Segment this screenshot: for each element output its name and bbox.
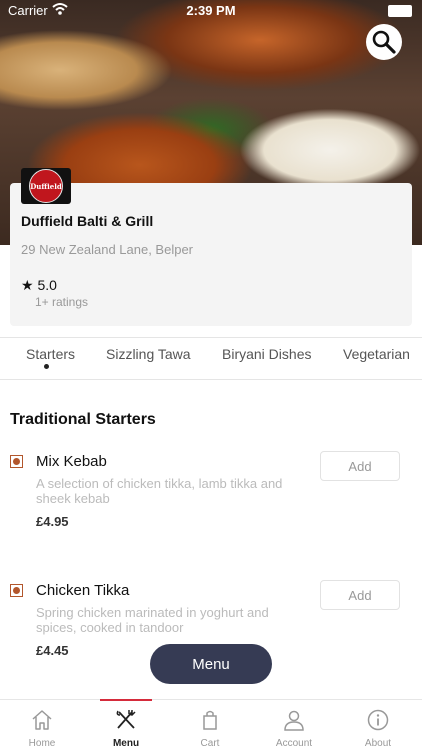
tab-bar-menu[interactable]: Menu (84, 699, 168, 751)
tab-starters[interactable]: Starters (26, 346, 75, 362)
status-bar: Carrier 2:39 PM (0, 0, 422, 22)
item-description: Spring chicken marinated in yoghurt and … (36, 605, 269, 635)
add-button[interactable]: Add (320, 451, 400, 481)
item-name: Mix Kebab (36, 453, 107, 470)
tab-bar-account[interactable]: Account (252, 700, 336, 751)
bottom-tab-bar: Home Menu Cart Account About (0, 699, 422, 751)
food-type-icon (10, 455, 23, 468)
item-description: A selection of chicken tikka, lamb tikka… (36, 476, 283, 506)
info-icon (367, 709, 389, 731)
food-type-icon (10, 584, 23, 597)
restaurant-address: 29 New Zealand Lane, Belper (21, 242, 194, 257)
bag-icon (203, 710, 217, 730)
category-tabs: Starters Sizzling Tawa Biryani Dishes Ve… (0, 337, 422, 380)
tab-bar-about[interactable]: About (336, 700, 420, 751)
search-icon (372, 30, 396, 54)
tab-biryani-dishes[interactable]: Biryani Dishes (222, 346, 311, 362)
tab-vegetarian[interactable]: Vegetarian (343, 346, 410, 362)
tab-sizzling-tawa[interactable]: Sizzling Tawa (106, 346, 191, 362)
tab-bar-label: Cart (200, 738, 220, 749)
rating: ★ 5.0 (21, 277, 57, 294)
home-icon (32, 710, 52, 730)
person-icon (284, 710, 304, 731)
rating-value: 5.0 (37, 277, 57, 293)
logo-text: Duffield (30, 181, 62, 191)
tab-bar-label: Menu (112, 738, 140, 749)
star-icon: ★ (21, 277, 34, 293)
add-button[interactable]: Add (320, 580, 400, 610)
fork-knife-icon (116, 710, 136, 729)
status-time: 2:39 PM (186, 3, 236, 18)
tab-bar-label: About (364, 738, 392, 749)
tab-bar-cart[interactable]: Cart (168, 700, 252, 751)
section-title: Traditional Starters (10, 411, 156, 428)
item-price: £4.45 (36, 643, 69, 658)
search-button[interactable] (366, 24, 402, 60)
restaurant-info-card: Duffield Duffield Balti & Grill 29 New Z… (10, 168, 412, 326)
active-tab-indicator (44, 364, 49, 369)
menu-item: Mix Kebab A selection of chicken tikka, … (0, 451, 422, 565)
restaurant-logo: Duffield (21, 168, 71, 204)
restaurant-name: Duffield Balti & Grill (21, 213, 154, 229)
menu-button[interactable]: Menu (150, 644, 272, 684)
ratings-count: 1+ ratings (35, 295, 89, 309)
tab-bar-home[interactable]: Home (0, 700, 84, 751)
item-name: Chicken Tikka (36, 582, 130, 599)
tab-bar-label: Account (275, 738, 313, 749)
tab-bar-label: Home (28, 738, 56, 749)
battery-icon (388, 5, 412, 17)
item-price: £4.95 (36, 514, 69, 529)
